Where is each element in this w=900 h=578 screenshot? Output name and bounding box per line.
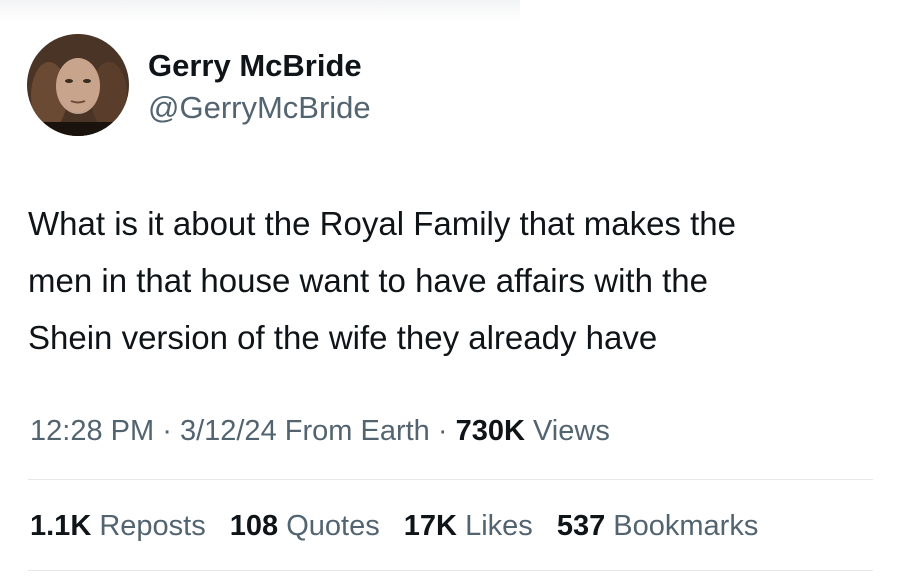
- reposts-stat[interactable]: 1.1K Reposts: [30, 510, 206, 542]
- tweet-source: From Earth: [284, 415, 430, 447]
- author-display-name[interactable]: Gerry McBride: [148, 46, 362, 86]
- divider: [28, 479, 873, 480]
- divider: [28, 570, 873, 571]
- bookmarks-count: 537: [556, 510, 606, 542]
- engagement-stats: 1.1K Reposts 108 Quotes 17K Likes 537 Bo…: [30, 506, 774, 546]
- likes-stat[interactable]: 17K Likes: [404, 510, 533, 542]
- tweet-date[interactable]: 3/12/24: [180, 415, 277, 447]
- reposts-label: Reposts: [99, 510, 206, 542]
- avatar-image: [27, 34, 129, 136]
- likes-label: Likes: [465, 510, 533, 542]
- tweet-meta: 12:28 PM · 3/12/24 From Earth · 730K Vie…: [30, 411, 610, 451]
- tweet-text-line: men in that house want to have affairs w…: [28, 262, 708, 299]
- quotes-stat[interactable]: 108 Quotes: [230, 510, 380, 542]
- tweet-text-line: What is it about the Royal Family that m…: [28, 205, 736, 242]
- likes-count: 17K: [403, 510, 457, 542]
- top-edge-shadow: [0, 0, 520, 22]
- bookmarks-stat[interactable]: 537 Bookmarks: [557, 510, 759, 542]
- tweet-text: What is it about the Royal Family that m…: [28, 195, 878, 366]
- avatar[interactable]: [27, 34, 129, 136]
- author-handle[interactable]: @GerryMcBride: [148, 88, 371, 128]
- views-label[interactable]: Views: [533, 415, 610, 447]
- quotes-label: Quotes: [286, 510, 380, 542]
- reposts-count: 1.1K: [30, 510, 92, 542]
- meta-separator: ·: [162, 415, 172, 447]
- tweet-time[interactable]: 12:28 PM: [30, 415, 154, 447]
- meta-separator: ·: [437, 415, 448, 447]
- quotes-count: 108: [229, 510, 279, 542]
- views-count[interactable]: 730K: [456, 415, 525, 447]
- tweet-text-line: Shein version of the wife they already h…: [28, 319, 658, 356]
- bookmarks-label: Bookmarks: [613, 510, 759, 542]
